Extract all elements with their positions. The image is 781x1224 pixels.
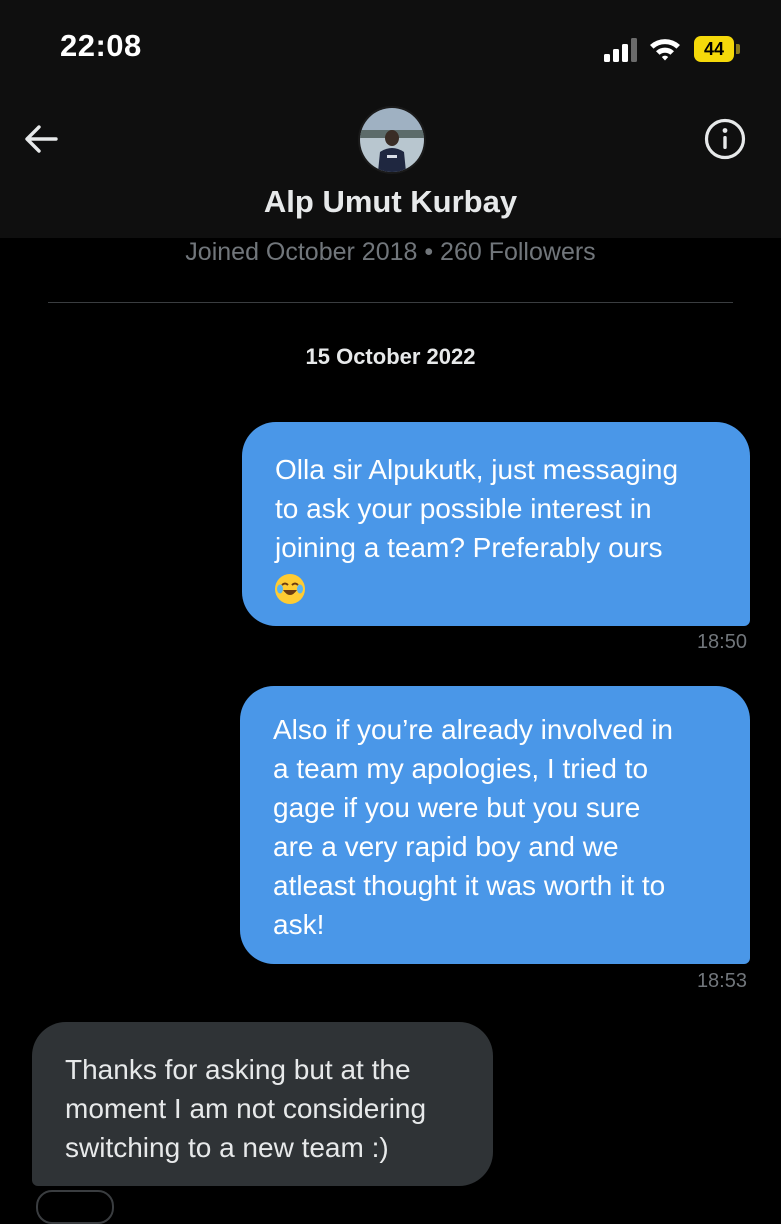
divider — [48, 302, 733, 303]
conversation-header: Alp Umut Kurbay — [0, 96, 781, 238]
message-text: Also if you’re already involved in a tea… — [273, 714, 673, 940]
signal-icon — [604, 38, 638, 62]
face-with-tears-of-joy-icon — [275, 573, 305, 604]
avatar-image — [360, 108, 424, 172]
avatar[interactable] — [358, 106, 426, 174]
message-timestamp: 18:50 — [696, 631, 747, 653]
arrow-left-icon[interactable] — [20, 118, 62, 160]
status-time: 22:08 — [60, 28, 142, 63]
reaction-button[interactable] — [36, 1190, 114, 1224]
message-bubble-sent[interactable]: Also if you’re already involved in a tea… — [240, 686, 750, 964]
info-circle-icon[interactable] — [702, 116, 748, 162]
status-bar: 22:08 44 — [0, 0, 781, 96]
emoji-row — [275, 567, 726, 606]
date-separator: 15 October 2022 — [305, 344, 476, 369]
message-bubble-sent[interactable]: Olla sir Alpukutk, just messaging to ask… — [242, 422, 750, 626]
battery-tip — [736, 44, 740, 54]
battery-level: 44 — [694, 36, 734, 62]
wifi-icon — [650, 39, 680, 61]
profile-meta: Joined October 2018 • 260 Followers — [185, 238, 596, 266]
message-text: Thanks for asking but at the moment I am… — [65, 1054, 427, 1163]
battery-icon: 44 — [694, 36, 740, 62]
message-timestamp: 18:53 — [696, 970, 747, 992]
message-bubble-received[interactable]: Thanks for asking but at the moment I am… — [32, 1022, 493, 1186]
contact-display-name[interactable]: Alp Umut Kurbay — [0, 184, 781, 220]
message-text: Olla sir Alpukutk, just messaging to ask… — [275, 454, 679, 563]
